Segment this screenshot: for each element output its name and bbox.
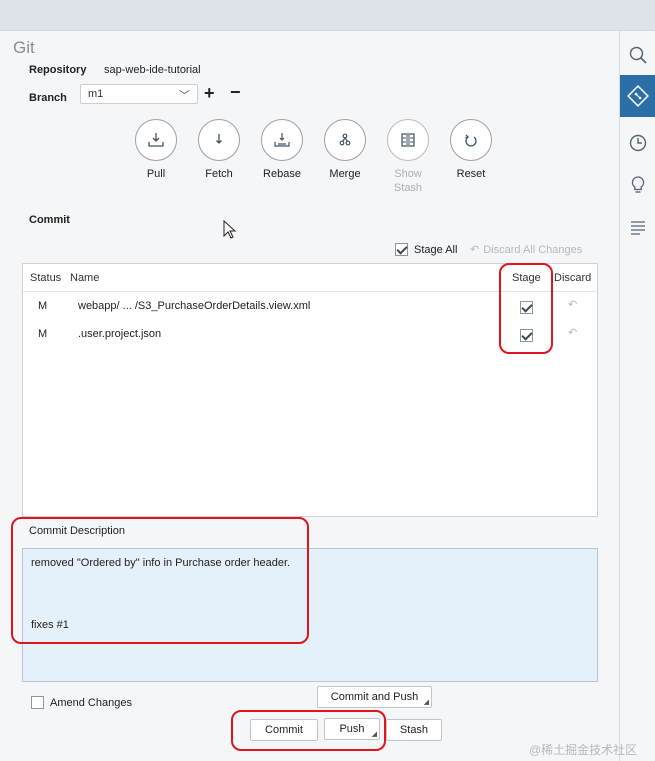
- commit-section-label: Commit: [29, 214, 70, 226]
- table-row[interactable]: M webapp/ ... /S3_PurchaseOrderDetails.v…: [23, 293, 597, 321]
- stash-button[interactable]: Stash: [386, 719, 442, 741]
- changed-files-table: Status Name Stage Discard M webapp/ ... …: [22, 263, 598, 517]
- branch-selected-value: m1: [88, 88, 104, 100]
- right-sidebar: [619, 31, 655, 761]
- search-icon: [629, 46, 647, 64]
- top-bar: [0, 0, 655, 31]
- pull-action[interactable]: Pull: [126, 119, 186, 181]
- stage-all-checkbox[interactable]: [395, 243, 408, 256]
- dropdown-corner-icon: ◢: [423, 699, 429, 706]
- repository-name: sap-web-ide-tutorial: [104, 64, 201, 76]
- remove-branch-button[interactable]: −: [230, 82, 241, 103]
- repository-label: Repository: [29, 64, 87, 76]
- merge-action[interactable]: Merge: [315, 119, 375, 181]
- mouse-cursor-icon: [223, 220, 237, 239]
- commit-description-textarea[interactable]: removed "Ordered by" info in Purchase or…: [22, 548, 598, 682]
- discard-icon[interactable]: ↶: [568, 326, 577, 339]
- outline-tab[interactable]: [620, 207, 655, 247]
- fetch-action[interactable]: Fetch: [189, 119, 249, 181]
- undo-icon: ↶: [470, 244, 480, 256]
- table-row[interactable]: M .user.project.json ↶: [23, 321, 597, 349]
- merge-icon: [339, 133, 351, 146]
- branch-select[interactable]: m1 ﹀: [80, 84, 198, 104]
- lightbulb-icon: [631, 176, 645, 193]
- commit-description-label: Commit Description: [29, 525, 125, 537]
- git-tab[interactable]: [620, 75, 655, 117]
- stash-button-label: Stash: [399, 724, 429, 736]
- file-status: M: [38, 300, 48, 312]
- watermark: @稀土掘金技术社区: [529, 743, 638, 757]
- amend-checkbox[interactable]: [31, 696, 44, 709]
- reset-button[interactable]: [450, 119, 492, 161]
- pull-label: Pull: [146, 168, 166, 180]
- git-icon: [627, 85, 649, 107]
- branch-label: Branch: [29, 92, 67, 104]
- rebase-action[interactable]: Rebase: [252, 119, 312, 181]
- stage-all-control[interactable]: Stage All: [395, 243, 457, 256]
- commit-button[interactable]: Commit: [250, 719, 318, 741]
- search-tab[interactable]: [620, 35, 655, 75]
- description-line: removed "Ordered by" info in Purchase or…: [31, 557, 291, 569]
- push-button[interactable]: Push ◢: [324, 718, 380, 740]
- stage-all-label: Stage All: [414, 243, 458, 256]
- amend-control[interactable]: Amend Changes: [31, 696, 132, 709]
- rebase-icon: [274, 133, 290, 147]
- fetch-icon: [216, 134, 222, 144]
- file-status: M: [38, 328, 48, 340]
- reset-action[interactable]: Reset: [441, 119, 501, 181]
- show-stash-label: Show Stash: [393, 168, 423, 194]
- table-header: Status Name Stage Discard: [23, 264, 597, 292]
- commit-and-push-button[interactable]: Commit and Push ◢: [317, 686, 432, 708]
- fetch-button[interactable]: [198, 119, 240, 161]
- outline-icon: [631, 221, 645, 235]
- commit-button-label: Commit: [265, 724, 303, 736]
- reset-icon: [465, 134, 477, 147]
- tips-tab[interactable]: [620, 165, 655, 205]
- stage-checkbox[interactable]: [520, 301, 533, 314]
- col-name: Name: [70, 272, 100, 284]
- description-line: fixes #1: [31, 619, 69, 631]
- show-stash-action: Show Stash: [378, 119, 438, 195]
- merge-button[interactable]: [324, 119, 366, 161]
- pull-button[interactable]: [135, 119, 177, 161]
- amend-label: Amend Changes: [50, 696, 132, 709]
- discard-all-label: Discard All Changes: [483, 243, 583, 256]
- col-stage: Stage: [512, 272, 541, 284]
- stage-checkbox[interactable]: [520, 329, 533, 342]
- file-name: webapp/ ... /S3_PurchaseOrderDetails.vie…: [78, 300, 311, 312]
- discard-icon[interactable]: ↶: [568, 298, 577, 311]
- merge-label: Merge: [329, 168, 361, 180]
- discard-all-button: ↶ Discard All Changes: [470, 243, 583, 257]
- show-stash-button: [387, 119, 429, 161]
- history-tab[interactable]: [620, 123, 655, 163]
- add-branch-button[interactable]: +: [204, 83, 215, 104]
- rebase-button[interactable]: [261, 119, 303, 161]
- reset-label: Reset: [456, 168, 486, 180]
- pull-icon: [148, 133, 164, 147]
- dropdown-corner-icon: ◢: [371, 731, 377, 738]
- rebase-label: Rebase: [263, 168, 301, 180]
- pane-title: Git: [13, 38, 35, 57]
- col-status: Status: [30, 272, 62, 284]
- push-button-label: Push: [339, 723, 365, 735]
- stash-icon: [401, 133, 415, 147]
- file-name: .user.project.json: [78, 328, 162, 340]
- col-discard: Discard: [554, 272, 592, 284]
- commit-and-push-label: Commit and Push: [330, 691, 419, 703]
- fetch-label: Fetch: [205, 168, 233, 180]
- chevron-down-icon: ﹀: [179, 90, 190, 102]
- clock-icon: [629, 134, 647, 152]
